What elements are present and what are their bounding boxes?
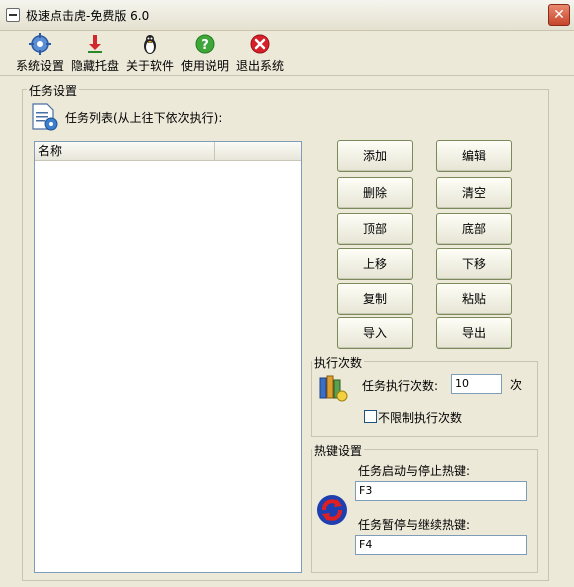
refresh-icon: [315, 493, 349, 527]
exec-count-label: 任务执行次数:: [362, 379, 439, 393]
download-arrow-icon: [84, 33, 106, 55]
export-button[interactable]: 导出: [436, 317, 512, 349]
pause-resume-hotkey-label: 任务暂停与继续热键:: [358, 518, 471, 532]
import-button[interactable]: 导入: [337, 317, 413, 349]
edit-button[interactable]: 编辑: [436, 140, 512, 172]
start-stop-hotkey-label: 任务启动与停止热键:: [358, 464, 471, 478]
penguin-icon: [139, 33, 161, 55]
toolbar: 系统设置 隐藏托盘 关于软件 ? 使用说明 退出系统: [0, 31, 574, 76]
column-header-name[interactable]: 名称: [35, 142, 215, 160]
start-stop-hotkey-input[interactable]: F3: [355, 481, 527, 501]
exec-count-input[interactable]: 10: [451, 374, 502, 394]
books-icon: [317, 372, 349, 404]
column-header-extra[interactable]: [216, 142, 300, 160]
toolbar-exit-label: 退出系统: [236, 59, 285, 73]
window-title: 极速点击虎-免费版 6.0: [26, 9, 150, 23]
exit-icon: [249, 33, 271, 55]
document-gear-icon: [30, 102, 60, 132]
task-list[interactable]: 名称: [34, 141, 302, 573]
help-icon: ?: [194, 33, 216, 55]
clear-button[interactable]: 清空: [436, 177, 512, 209]
exec-count-unit: 次: [510, 378, 523, 392]
toolbar-settings-button[interactable]: 系统设置: [16, 33, 64, 74]
toolbar-exit-button[interactable]: 退出系统: [236, 33, 284, 74]
toolbar-hide-tray-label: 隐藏托盘: [71, 59, 120, 73]
unlimited-checkbox[interactable]: [364, 410, 377, 423]
move-top-button[interactable]: 顶部: [337, 213, 413, 245]
toolbar-hide-tray-button[interactable]: 隐藏托盘: [71, 33, 119, 74]
move-up-button[interactable]: 上移: [337, 248, 413, 280]
move-bottom-button[interactable]: 底部: [436, 213, 512, 245]
copy-button[interactable]: 复制: [337, 283, 413, 315]
toolbar-help-label: 使用说明: [181, 59, 230, 73]
exec-count-legend: 执行次数: [312, 354, 365, 371]
delete-button[interactable]: 删除: [337, 177, 413, 209]
unlimited-label[interactable]: 不限制执行次数: [378, 409, 462, 426]
add-button[interactable]: 添加: [337, 140, 413, 172]
toolbar-about-label: 关于软件: [126, 59, 175, 73]
svg-text:?: ?: [201, 38, 209, 53]
toolbar-settings-label: 系统设置: [16, 59, 65, 73]
paste-button[interactable]: 粘贴: [436, 283, 512, 315]
task-settings-legend: 任务设置: [27, 82, 80, 99]
hotkey-legend: 热键设置: [312, 442, 365, 459]
task-list-caption: 任务列表(从上往下依次执行):: [65, 111, 223, 125]
window-menu-icon[interactable]: [6, 8, 20, 22]
title-bar: 极速点击虎-免费版 6.0 ✕: [0, 0, 574, 31]
toolbar-help-button[interactable]: ? 使用说明: [181, 33, 229, 74]
toolbar-about-button[interactable]: 关于软件: [126, 33, 174, 74]
gear-icon: [29, 33, 51, 55]
pause-resume-hotkey-input[interactable]: F4: [355, 535, 527, 555]
move-down-button[interactable]: 下移: [436, 248, 512, 280]
task-list-header: 名称: [35, 142, 301, 161]
close-button[interactable]: ✕: [548, 4, 570, 26]
